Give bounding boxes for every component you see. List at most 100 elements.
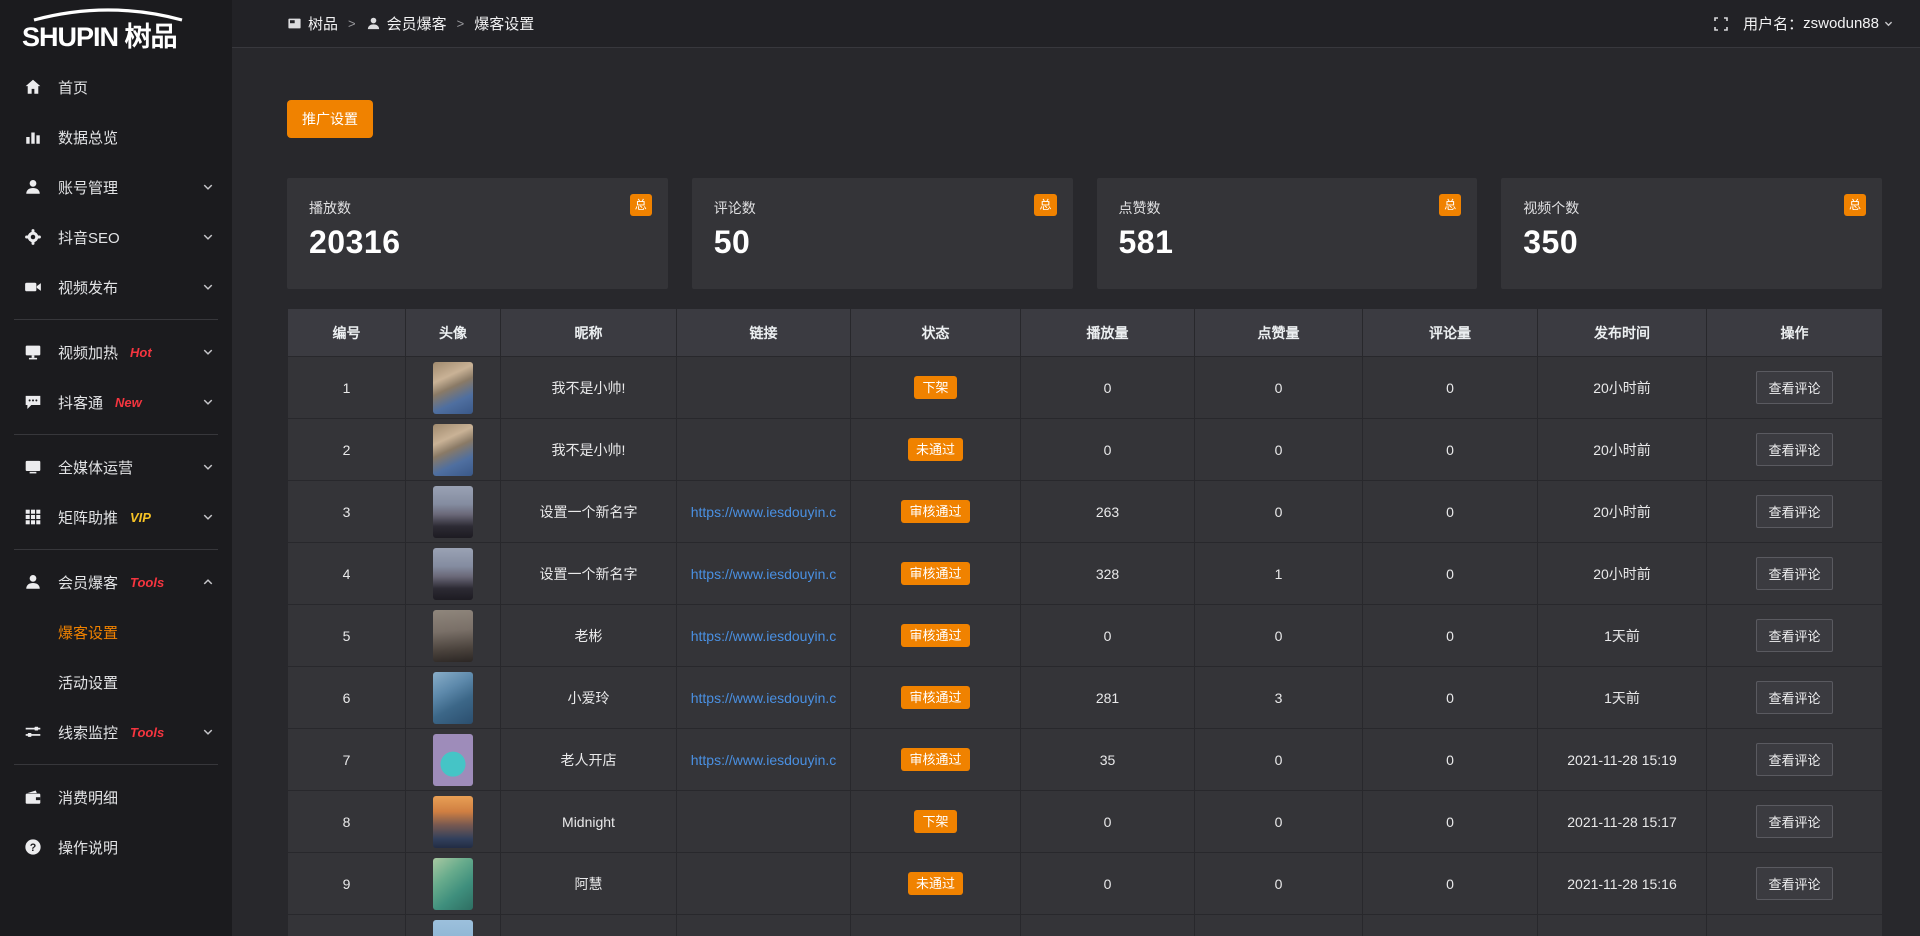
sidebar-subitem-activity-settings[interactable]: 活动设置 (0, 657, 232, 707)
cell-link (677, 915, 851, 936)
column-header: 点赞量 (1195, 309, 1363, 357)
chevron-down-icon (202, 281, 214, 293)
table-row: 1我不是小帅!下架00020小时前查看评论 (288, 357, 1883, 419)
total-badge: 总 (1844, 194, 1866, 216)
cell-avatar (406, 667, 501, 729)
cell-publish-time: 20小时前 (1538, 357, 1707, 419)
view-comments-button[interactable]: 查看评论 (1756, 495, 1832, 528)
breadcrumb-item-member-baoke[interactable]: 会员爆客 (366, 13, 447, 34)
video-link[interactable]: https://www.iesdouyin.c (691, 628, 837, 644)
cell-nickname: 老人开店 (501, 729, 677, 791)
sidebar-item-member-baoke[interactable]: 会员爆客Tools (0, 557, 232, 607)
sidebar-item-consume-detail[interactable]: 消费明细 (0, 772, 232, 822)
user-icon (24, 178, 42, 196)
breadcrumb-item-baoke-settings[interactable]: 爆客设置 (474, 13, 534, 34)
view-comments-button[interactable]: 查看评论 (1756, 805, 1832, 838)
video-link[interactable]: https://www.iesdouyin.c (691, 566, 837, 582)
view-comments-button[interactable]: 查看评论 (1756, 867, 1832, 900)
cell-action: 查看评论 (1707, 853, 1883, 915)
stat-value: 50 (714, 224, 1051, 261)
total-badge: 总 (630, 194, 652, 216)
sidebar-item-label: 首页 (58, 77, 88, 98)
sidebar-item-home[interactable]: 首页 (0, 62, 232, 112)
cell-link (677, 791, 851, 853)
video-link[interactable]: https://www.iesdouyin.c (691, 752, 837, 768)
sidebar-item-data-overview[interactable]: 数据总览 (0, 112, 232, 162)
sidebar-item-clue-monitor[interactable]: 线索监控Tools (0, 707, 232, 757)
breadcrumb-item-shupin[interactable]: 树品 (287, 13, 338, 34)
cell-avatar (406, 853, 501, 915)
cell-id: 8 (288, 791, 406, 853)
sidebar-item-account-management[interactable]: 账号管理 (0, 162, 232, 212)
view-comments-button[interactable]: 查看评论 (1756, 681, 1832, 714)
cell-link: https://www.iesdouyin.c (677, 729, 851, 791)
cell-comments: 0 (1363, 543, 1538, 605)
stat-card: 点赞数581总 (1097, 178, 1478, 289)
cell-plays: 0 (1021, 791, 1195, 853)
view-comments-button[interactable]: 查看评论 (1756, 619, 1832, 652)
wallet-icon (24, 788, 42, 806)
cell-likes: 3 (1195, 667, 1363, 729)
cell-id: 4 (288, 543, 406, 605)
video-link[interactable]: https://www.iesdouyin.c (691, 504, 837, 520)
sidebar-divider (14, 549, 218, 550)
chevron-down-icon (1883, 18, 1894, 29)
sidebar-item-label: 数据总览 (58, 127, 118, 148)
cell-status: 下架 (851, 791, 1021, 853)
promo-settings-button[interactable]: 推广设置 (287, 100, 373, 138)
sidebar-item-tag: Tools (130, 575, 164, 590)
sidebar-item-label: 视频发布 (58, 277, 118, 298)
cell-id: 1 (288, 357, 406, 419)
breadcrumb-separator: > (348, 16, 356, 31)
home-icon (24, 78, 42, 96)
sidebar-item-tag: Tools (130, 725, 164, 740)
cell-id (288, 915, 406, 936)
cell-comments: 0 (1363, 419, 1538, 481)
sidebar-nav: 首页数据总览账号管理抖音SEO 视频发布视频加热Hot抖客通New 全媒体运营矩阵助… (0, 62, 232, 872)
column-header: 播放量 (1021, 309, 1195, 357)
stat-card: 视频个数350总 (1501, 178, 1882, 289)
cell-id: 3 (288, 481, 406, 543)
stat-value: 20316 (309, 224, 646, 261)
topbar: 树品 > 会员爆客 > 爆客设置 用户名：zswodun88 (232, 0, 1920, 48)
sidebar-subitem-baoke-settings[interactable]: 爆客设置 (0, 607, 232, 657)
cell-comments: 0 (1363, 791, 1538, 853)
brand-logo[interactable]: SHUPIN 树品 (0, 0, 232, 52)
sidebar: SHUPIN 树品 首页数据总览账号管理抖音SEO 视频发布视频加热Hot抖客通N… (0, 0, 232, 936)
column-header: 评论量 (1363, 309, 1538, 357)
cell-action: 查看评论 (1707, 357, 1883, 419)
stat-card: 评论数50总 (692, 178, 1073, 289)
videos-table-wrap: 编号头像昵称链接状态播放量点赞量评论量发布时间操作 1我不是小帅!下架00020… (287, 308, 1882, 936)
bar-chart-icon (24, 128, 42, 146)
cell-comments: 0 (1363, 853, 1538, 915)
video-link[interactable]: https://www.iesdouyin.c (691, 690, 837, 706)
cell-likes (1195, 915, 1363, 936)
cell-status: 未通过 (851, 853, 1021, 915)
sidebar-item-video-publish[interactable]: 视频发布 (0, 262, 232, 312)
fullscreen-icon[interactable] (1713, 16, 1729, 32)
cell-comments (1363, 915, 1538, 936)
sidebar-item-operation-guide[interactable]: ?操作说明 (0, 822, 232, 872)
breadcrumb-separator: > (457, 16, 465, 31)
cell-action: 查看评论 (1707, 481, 1883, 543)
view-comments-button[interactable]: 查看评论 (1756, 433, 1832, 466)
window-icon (287, 16, 302, 31)
sidebar-item-media-operation[interactable]: 全媒体运营 (0, 442, 232, 492)
sidebar-item-douyin-seo[interactable]: 抖音SEO (0, 212, 232, 262)
sidebar-item-video-heat[interactable]: 视频加热Hot (0, 327, 232, 377)
cell-plays: 0 (1021, 419, 1195, 481)
sidebar-item-douketong[interactable]: 抖客通New (0, 377, 232, 427)
view-comments-button[interactable]: 查看评论 (1756, 743, 1832, 776)
avatar-image (433, 858, 473, 910)
avatar-image (433, 362, 473, 414)
view-comments-button[interactable]: 查看评论 (1756, 557, 1832, 590)
table-row: 4设置一个新名字https://www.iesdouyin.c审核通过32810… (288, 543, 1883, 605)
cell-plays: 0 (1021, 357, 1195, 419)
avatar-image (433, 920, 473, 936)
sidebar-item-matrix-boost[interactable]: 矩阵助推VIP (0, 492, 232, 542)
sidebar-divider (14, 434, 218, 435)
view-comments-button[interactable]: 查看评论 (1756, 371, 1832, 404)
cell-id: 9 (288, 853, 406, 915)
user-menu[interactable]: 用户名：zswodun88 (1743, 13, 1894, 34)
chevron-up-icon (202, 576, 214, 588)
